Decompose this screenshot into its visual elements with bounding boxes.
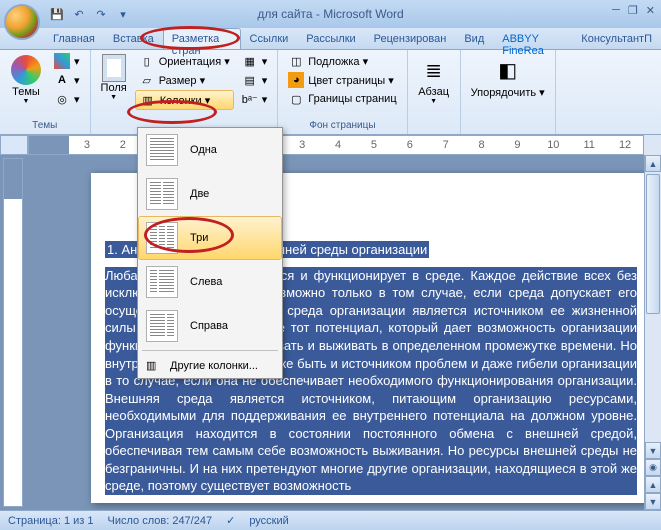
line-numbers-button[interactable]: ▤▾ xyxy=(238,71,272,89)
page-status[interactable]: Страница: 1 из 1 xyxy=(8,515,94,527)
size-icon: ▱ xyxy=(139,72,155,88)
document-area: 1. Анализ внешней и внутренней среды орг… xyxy=(0,155,661,510)
minimize-button[interactable]: ─ xyxy=(612,4,620,17)
tab-insert[interactable]: Вставка xyxy=(104,28,163,49)
watermark-icon: ◫ xyxy=(288,53,304,69)
ribbon: Темы ▼ ▾ A▾ ◎▾ Темы Поля ▼ ▯Ориентация ▾… xyxy=(0,50,661,135)
browse-object-button[interactable]: ▲ xyxy=(645,476,661,493)
arrange-icon: ◧ xyxy=(492,54,524,86)
columns-more[interactable]: ▥ Другие колонки... xyxy=(138,353,282,378)
one-column-icon xyxy=(146,134,178,166)
paragraph-button[interactable]: ≣ Абзац ▼ xyxy=(414,52,454,107)
theme-effects-button[interactable]: ◎▾ xyxy=(50,90,84,108)
effects-icon: ◎ xyxy=(54,91,70,107)
quick-access-toolbar: 💾 ↶ ↷ ▾ xyxy=(48,5,132,23)
qat-customize-icon[interactable]: ▾ xyxy=(114,5,132,23)
page-color-icon: ◕ xyxy=(288,72,304,88)
columns-three[interactable]: Три xyxy=(138,216,282,260)
maximize-button[interactable]: ❐ xyxy=(628,4,638,17)
ruler-corner[interactable] xyxy=(0,135,28,155)
columns-left[interactable]: Слева xyxy=(138,260,282,304)
scroll-up-button[interactable]: ▲ xyxy=(645,155,661,172)
margins-button[interactable]: Поля ▼ xyxy=(97,52,131,103)
columns-icon: ▥ xyxy=(140,92,156,108)
right-column-icon xyxy=(146,310,178,342)
language-status[interactable]: русский xyxy=(249,515,288,527)
spell-check-icon[interactable]: ✓ xyxy=(226,514,235,527)
margins-icon xyxy=(102,54,126,82)
watermark-button[interactable]: ◫Подложка ▾ xyxy=(284,52,400,70)
group-page-setup: Поля ▼ ▯Ориентация ▾ ▱Размер ▾ ▥Колонки … xyxy=(91,50,279,134)
tab-review[interactable]: Рецензирован xyxy=(365,28,456,49)
page-color-button[interactable]: ◕Цвет страницы ▾ xyxy=(284,71,400,89)
horizontal-ruler[interactable]: 321123456789101112 xyxy=(28,135,644,155)
scroll-thumb[interactable] xyxy=(646,174,660,314)
theme-colors-button[interactable]: ▾ xyxy=(50,52,84,70)
save-icon[interactable]: 💾 xyxy=(48,5,66,23)
undo-icon[interactable]: ↶ xyxy=(70,5,88,23)
vertical-ruler[interactable] xyxy=(3,158,23,507)
redo-icon[interactable]: ↷ xyxy=(92,5,110,23)
prev-page-button[interactable]: ◉ xyxy=(645,459,661,476)
tab-mailings[interactable]: Рассылки xyxy=(297,28,364,49)
tab-page-layout[interactable]: Разметка стран xyxy=(163,28,241,49)
status-bar: Страница: 1 из 1 Число слов: 247/247 ✓ р… xyxy=(0,510,661,530)
tab-home[interactable]: Главная xyxy=(44,28,104,49)
line-numbers-icon: ▤ xyxy=(242,72,258,88)
next-page-button[interactable]: ▼ xyxy=(645,493,661,510)
group-arrange: ◧ Упорядочить ▾ xyxy=(461,50,556,134)
horizontal-ruler-area: 321123456789101112 xyxy=(0,135,661,155)
borders-icon: ▢ xyxy=(288,91,304,107)
close-button[interactable]: ✕ xyxy=(646,4,655,17)
orientation-icon: ▯ xyxy=(139,53,155,69)
columns-dropdown: Одна Две Три Слева Справа ▥ Другие колон… xyxy=(137,127,283,379)
group-paragraph: ≣ Абзац ▼ xyxy=(408,50,461,134)
columns-one[interactable]: Одна xyxy=(138,128,282,172)
theme-fonts-button[interactable]: A▾ xyxy=(50,71,84,89)
colors-icon xyxy=(54,53,70,69)
left-column-icon xyxy=(146,266,178,298)
paragraph-icon: ≣ xyxy=(418,54,450,86)
ribbon-tabs: Главная Вставка Разметка стран Ссылки Ра… xyxy=(0,28,661,50)
two-column-icon xyxy=(146,178,178,210)
hyphenation-button[interactable]: bᵃ⁻▾ xyxy=(238,90,272,108)
vertical-scrollbar[interactable]: ▲ ▼ ◉ ▲ ▼ xyxy=(644,155,661,510)
word-count[interactable]: Число слов: 247/247 xyxy=(108,515,213,527)
page-borders-button[interactable]: ▢Границы страниц xyxy=(284,90,400,108)
breaks-icon: ▦ xyxy=(242,53,258,69)
office-button[interactable] xyxy=(4,4,40,40)
themes-button[interactable]: Темы ▼ xyxy=(6,52,46,107)
columns-two[interactable]: Две xyxy=(138,172,282,216)
columns-button[interactable]: ▥Колонки ▾ xyxy=(135,90,234,110)
group-page-background: ◫Подложка ▾ ◕Цвет страницы ▾ ▢Границы ст… xyxy=(278,50,407,134)
columns-right[interactable]: Справа xyxy=(138,304,282,348)
more-columns-icon: ▥ xyxy=(146,359,162,372)
themes-icon xyxy=(11,55,41,85)
tab-references[interactable]: Ссылки xyxy=(241,28,298,49)
three-column-icon xyxy=(146,222,178,254)
scroll-down-button[interactable]: ▼ xyxy=(645,442,661,459)
tab-consultant[interactable]: КонсультантП xyxy=(572,28,661,49)
hyphenation-icon: bᵃ⁻ xyxy=(242,91,258,107)
fonts-icon: A xyxy=(54,72,70,88)
group-themes: Темы ▼ ▾ A▾ ◎▾ Темы xyxy=(0,50,91,134)
tab-abbyy[interactable]: ABBYY FineRea xyxy=(493,28,572,49)
tab-view[interactable]: Вид xyxy=(455,28,493,49)
title-bar: 💾 ↶ ↷ ▾ для сайта - Microsoft Word ─ ❐ ✕ xyxy=(0,0,661,28)
size-button[interactable]: ▱Размер ▾ xyxy=(135,71,234,89)
window-title: для сайта - Microsoft Word xyxy=(257,7,403,21)
orientation-button[interactable]: ▯Ориентация ▾ xyxy=(135,52,234,70)
breaks-button[interactable]: ▦▾ xyxy=(238,52,272,70)
arrange-button[interactable]: ◧ Упорядочить ▾ xyxy=(467,52,549,101)
